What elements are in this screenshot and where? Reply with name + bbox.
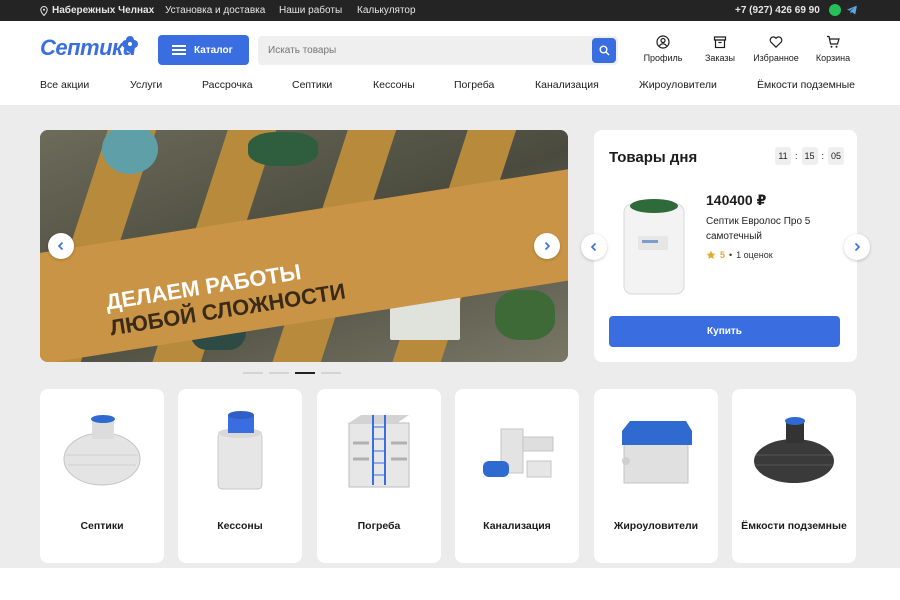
- profile-button[interactable]: Профиль: [635, 35, 691, 63]
- buy-button[interactable]: Купить: [609, 316, 840, 347]
- category-card-septics[interactable]: Септики: [40, 389, 164, 563]
- location-pin-icon: [40, 5, 48, 16]
- category-card-grease-traps[interactable]: Жироуловители: [594, 389, 718, 563]
- chevron-right-icon: [544, 241, 551, 251]
- page-footer-edge: [0, 568, 900, 600]
- nav-item-services[interactable]: Услуги: [130, 79, 162, 91]
- category-label: Канализация: [483, 520, 551, 532]
- banner-pagination: [243, 372, 343, 375]
- link-installation[interactable]: Установка и доставка: [165, 5, 265, 16]
- top-bar: Набережных Челнах Установка и доставка Н…: [0, 0, 900, 21]
- timer-separator: :: [821, 151, 825, 161]
- category-card-caissons[interactable]: Кессоны: [178, 389, 302, 563]
- menu-icon: [172, 45, 186, 55]
- deal-price: 140400 ₽: [706, 192, 767, 208]
- category-label: Погреба: [357, 520, 401, 532]
- category-label: Ёмкости подземные: [741, 520, 847, 532]
- timer-seconds: 05: [828, 147, 845, 165]
- pagination-dot[interactable]: [321, 372, 341, 374]
- main-nav: Все акции Услуги Рассрочка Септики Кессо…: [0, 79, 900, 95]
- cart-label: Корзина: [815, 53, 851, 63]
- catalog-button[interactable]: Каталог: [158, 35, 249, 65]
- header: Септики Каталог Профиль Заказы Избранное…: [0, 21, 900, 105]
- heart-icon: [769, 36, 783, 49]
- deal-timer: 11: 15: 05: [775, 147, 845, 165]
- category-label: Септики: [80, 520, 124, 532]
- search-bar: [258, 36, 618, 65]
- category-card-sewerage[interactable]: Канализация: [455, 389, 579, 563]
- nav-item-grease-traps[interactable]: Жироуловители: [639, 79, 717, 91]
- reviews-count: 1 оценок: [736, 250, 773, 260]
- deal-of-the-day-card: Товары дня 11: 15: 05 140400 ₽ Септик Ев…: [594, 130, 857, 362]
- deal-title: Товары дня: [609, 149, 698, 166]
- nav-item-underground-tanks[interactable]: Ёмкости подземные: [757, 79, 855, 91]
- timer-separator: :: [795, 151, 798, 161]
- timer-minutes: 15: [801, 147, 818, 165]
- category-image: [754, 417, 834, 483]
- pagination-dot[interactable]: [269, 372, 289, 374]
- chevron-left-icon: [57, 241, 64, 251]
- orders-icon: [713, 36, 727, 49]
- search-icon: [599, 45, 609, 56]
- product-image[interactable]: [616, 196, 692, 300]
- nav-item-caissons[interactable]: Кессоны: [373, 79, 415, 91]
- city-selector[interactable]: Набережных Челнах: [40, 5, 154, 16]
- cart-button[interactable]: Корзина: [805, 35, 861, 63]
- timer-hours: 11: [775, 147, 791, 165]
- nav-item-septics[interactable]: Септики: [292, 79, 332, 91]
- orders-button[interactable]: Заказы: [692, 35, 748, 63]
- nav-item-all-promos[interactable]: Все акции: [40, 79, 89, 91]
- category-image: [63, 415, 141, 486]
- promo-banner[interactable]: Делаем работы любой сложности: [40, 130, 568, 362]
- cart-icon: [827, 35, 840, 48]
- category-card-cellars[interactable]: Погреба: [317, 389, 441, 563]
- orders-label: Заказы: [704, 53, 736, 63]
- catalog-label: Каталог: [194, 44, 233, 56]
- search-button[interactable]: [592, 38, 616, 63]
- rating-separator: •: [729, 250, 733, 260]
- category-image: [483, 428, 554, 478]
- tank-photo: [495, 290, 555, 340]
- phone-number[interactable]: +7 (927) 426 69 90: [735, 5, 820, 16]
- category-label: Жироуловители: [613, 520, 699, 532]
- deal-product-name[interactable]: Септик Евролос Про 5 самотечный: [706, 214, 836, 244]
- category-image: [622, 421, 692, 484]
- chevron-left-icon: [590, 242, 597, 252]
- banner-prev-button[interactable]: [48, 233, 74, 259]
- city-name: Набережных Челнах: [52, 5, 155, 16]
- link-our-works[interactable]: Наши работы: [279, 5, 342, 16]
- telegram-icon[interactable]: [846, 4, 858, 16]
- category-card-underground-tanks[interactable]: Ёмкости подземные: [732, 389, 856, 563]
- banner-next-button[interactable]: [534, 233, 560, 259]
- star-icon: [706, 250, 716, 259]
- category-image: [348, 415, 410, 488]
- tank-photo: [248, 132, 318, 166]
- favorites-label: Избранное: [753, 53, 799, 63]
- category-image: [217, 411, 263, 490]
- logo-flower-icon: [122, 36, 138, 52]
- nav-item-cellars[interactable]: Погреба: [454, 79, 494, 91]
- chevron-right-icon: [854, 242, 861, 252]
- deal-prev-button[interactable]: [581, 234, 607, 260]
- nav-item-installments[interactable]: Рассрочка: [202, 79, 253, 91]
- rating-value: 5: [720, 250, 726, 260]
- pagination-dot-active[interactable]: [295, 372, 315, 374]
- deal-next-button[interactable]: [844, 234, 870, 260]
- profile-label: Профиль: [643, 53, 683, 63]
- pagination-dot[interactable]: [243, 372, 263, 374]
- profile-icon: [656, 35, 670, 49]
- category-label: Кессоны: [217, 520, 263, 532]
- favorites-button[interactable]: Избранное: [748, 35, 804, 63]
- deal-rating: 5 • 1 оценок: [706, 250, 773, 260]
- link-calculator[interactable]: Калькулятор: [357, 5, 416, 16]
- search-input[interactable]: [258, 36, 578, 65]
- whatsapp-icon[interactable]: [829, 4, 841, 16]
- nav-item-sewerage[interactable]: Канализация: [535, 79, 599, 91]
